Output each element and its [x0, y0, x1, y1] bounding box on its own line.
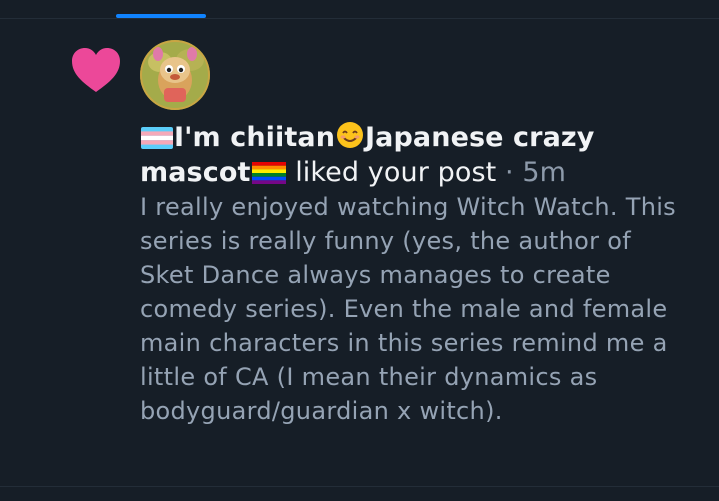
- rainbow-flag-icon: [251, 162, 286, 184]
- transgender-flag-icon: [141, 127, 173, 149]
- timestamp: 5m: [522, 157, 567, 188]
- mascot-avatar-image: [140, 40, 210, 110]
- author-name-part-1: I'm chiitan: [174, 122, 336, 153]
- tab-bar-divider: [0, 18, 719, 19]
- active-tab-indicator: [116, 14, 206, 18]
- notification-action: liked your post: [295, 157, 497, 188]
- post-preview-text: I really enjoyed watching Witch Watch. T…: [140, 193, 676, 425]
- timestamp-separator: ·: [505, 157, 514, 188]
- notification-content[interactable]: I'm chiitan Japanese crazy mascot liked y…: [140, 120, 700, 428]
- heart-icon: [72, 48, 120, 92]
- notification-headline: I'm chiitan Japanese crazy mascot liked y…: [140, 120, 700, 190]
- list-divider: [0, 486, 719, 487]
- smiling-face-icon: [337, 122, 364, 148]
- avatar[interactable]: [140, 40, 210, 110]
